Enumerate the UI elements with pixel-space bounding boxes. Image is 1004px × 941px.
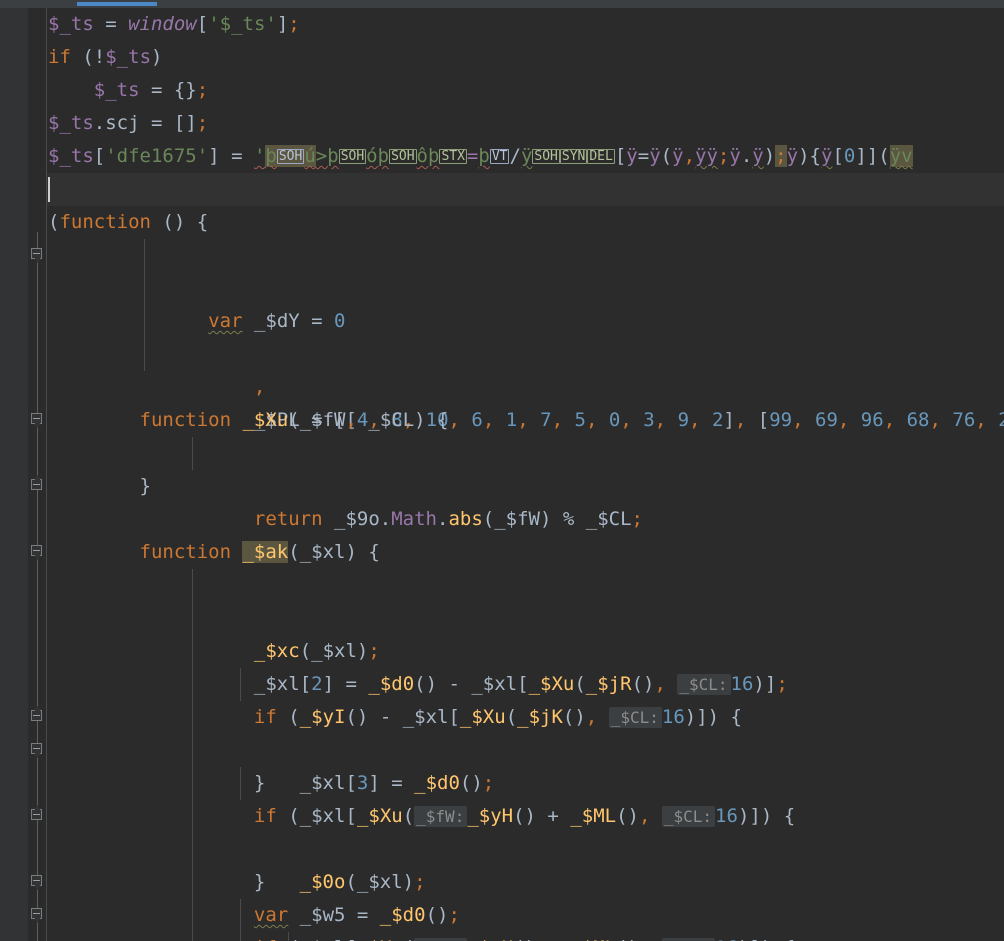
indent-guide — [144, 338, 145, 371]
active-tab-indicator[interactable] — [77, 2, 157, 6]
code-line[interactable]: $_ts.scj = []; — [47, 107, 1004, 140]
indent-guide — [144, 272, 145, 305]
code-editor[interactable]: $_ts = window['$_ts']; if (!$_ts) $_ts =… — [0, 8, 1004, 941]
fold-marker-expand-if-block-1[interactable] — [31, 710, 42, 721]
code-line[interactable]: var _$w5 = _$d0(); — [47, 833, 1004, 926]
code-line[interactable]: if (!$_ts) — [47, 41, 1004, 74]
inline-parameter-hint: _$fW: — [414, 806, 468, 827]
code-line-array-literal[interactable]: _$PL = [[4, 8, 10, 6, 1, 7, 5, 0, 3, 9, … — [47, 338, 1004, 431]
indent-guide — [192, 437, 193, 470]
code-line[interactable]: $_ts = window['$_ts']; — [47, 8, 1004, 41]
code-line[interactable]: _$xc(_$xl); — [47, 569, 1004, 662]
code-line[interactable] — [47, 272, 1004, 305]
code-line[interactable]: var _$dY = 0 — [47, 239, 1004, 332]
code-line-current[interactable] — [47, 173, 1004, 206]
indent-guide — [192, 734, 193, 767]
code-line-function-declaration[interactable]: function _$ak(_$xl) { — [47, 536, 1004, 569]
code-line[interactable]: return _$9o.Math.abs(_$fW) % _$CL; — [47, 437, 1004, 530]
fold-marker-expand-fn-xu-end[interactable] — [31, 479, 42, 490]
code-content[interactable]: $_ts = window['$_ts']; if (!$_ts) $_ts =… — [47, 8, 1004, 941]
code-line[interactable]: } — [47, 470, 1004, 503]
fold-marker-collapse-if-block-2[interactable] — [31, 743, 42, 754]
code-line[interactable]: $_ts = {}; — [47, 74, 1004, 107]
indent-guide — [192, 833, 193, 866]
fold-marker-expand-if-block-2[interactable] — [31, 809, 42, 820]
fold-marker-collapse-fn-ak[interactable] — [31, 545, 42, 556]
fold-marker-collapse-if-block-3[interactable] — [31, 875, 42, 886]
fold-marker-collapse-fn-xu[interactable] — [31, 413, 42, 424]
editor-tab-strip[interactable] — [0, 0, 1004, 8]
code-line[interactable]: _$xl[2] = _$d0() - _$xl[_$Xu(_$jR(), _$C… — [47, 602, 1004, 695]
fold-marker-collapse-iife[interactable] — [31, 248, 42, 259]
fold-marker-collapse-if-block-4[interactable] — [31, 908, 42, 919]
code-line[interactable]: if (_$xl[_$Xu(_$fW:_$yH() + _$ML(), _$CL… — [47, 734, 1004, 827]
indent-guide — [144, 239, 145, 272]
text-caret — [48, 177, 50, 202]
inline-parameter-hint: _$CL: — [661, 806, 716, 827]
code-line[interactable]: (function () { — [47, 206, 1004, 239]
inline-parameter-hint: _$CL: — [608, 707, 662, 728]
editor-gutter[interactable] — [0, 8, 28, 941]
indent-guide — [192, 569, 193, 602]
highlighted-symbol[interactable]: _$ak — [242, 541, 289, 563]
fold-rail — [37, 232, 38, 941]
code-line-obfuscated-string[interactable]: $_ts['dfe1675'] = 'þ SOH ú>þ SOH óþ SOH ôþ STX =… — [47, 140, 1004, 173]
inline-parameter-hint: _$CL: — [677, 674, 731, 695]
indent-guide — [192, 602, 193, 635]
